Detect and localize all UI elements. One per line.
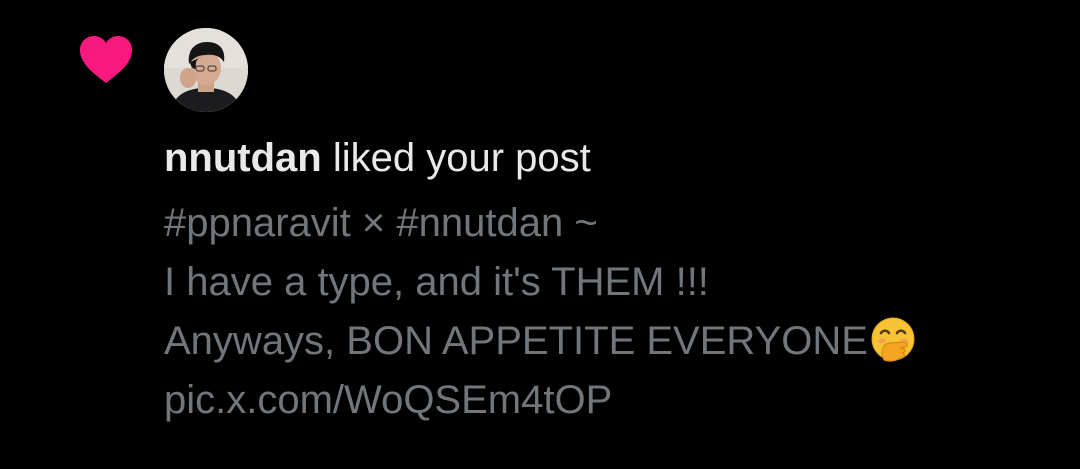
post-line-1: #ppnaravit × #nnutdan ~ (164, 201, 598, 245)
post-preview[interactable]: #ppnaravit × #nnutdan ~ I have a type, a… (164, 194, 1064, 430)
face-with-hand-over-mouth-emoji (870, 316, 916, 362)
post-line-2: I have a type, and it's THEM !!! (164, 260, 709, 304)
like-notification[interactable]: nnutdan liked your post #ppnaravit × #nn… (0, 0, 1080, 469)
username-link[interactable]: nnutdan (164, 136, 322, 180)
action-text: liked your post (321, 136, 591, 180)
post-line-3-text: Anyways, BON APPETITE EVERYONE (164, 319, 868, 363)
post-line-4-link[interactable]: pic.x.com/WoQSEm4tOP (164, 371, 1064, 430)
heart-icon (78, 34, 134, 86)
post-line-3: Anyways, BON APPETITE EVERYONE (164, 312, 1064, 371)
notification-content: nnutdan liked your post #ppnaravit × #nn… (164, 132, 1064, 430)
notification-headline: nnutdan liked your post (164, 132, 1064, 184)
avatar[interactable] (164, 28, 248, 112)
